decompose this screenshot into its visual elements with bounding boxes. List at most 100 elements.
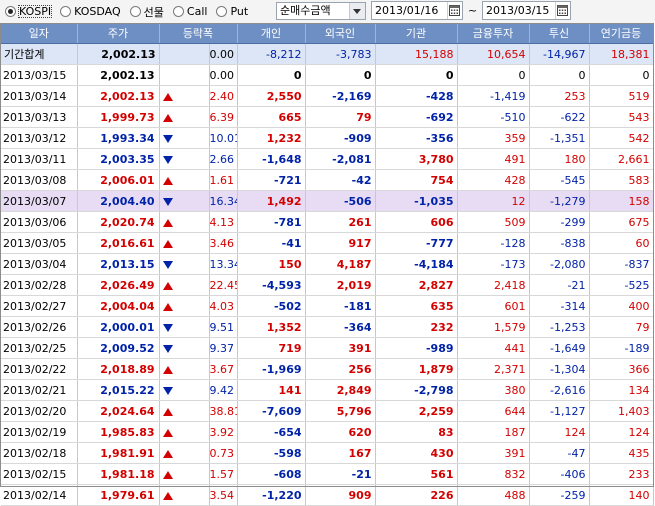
direction-cell xyxy=(159,148,210,170)
pension-cell: 366 xyxy=(589,358,654,380)
table-row[interactable]: 2013/02/18 1,981.91 0.73 -598 167 430 391 -47 43… xyxy=(1,442,654,464)
column-header[interactable]: 개인 xyxy=(237,23,306,44)
table-row[interactable]: 2013/03/072,004.40 16.341,492-506-1,03512… xyxy=(1,190,654,212)
trust-cell: -21 xyxy=(529,274,590,296)
individual-cell: 1,492 xyxy=(237,190,306,212)
table-row[interactable]: 2013/02/26 2,000.01 9.51 1,352 -364 232 1,579-… xyxy=(1,316,654,338)
market-radio-0[interactable]: KOSPI xyxy=(5,5,53,18)
table-row[interactable]: 2013/03/15 2,002.13 0.00 0 0 0 0 0 0 xyxy=(1,64,654,86)
price-cell: 2,006.01 xyxy=(77,169,160,191)
institution-cell: -692 xyxy=(375,106,458,128)
table-row[interactable]: 2013/03/11 2,003.35 2.66 -1,648 -2,081 3,780 4… xyxy=(1,148,654,170)
chevron-down-icon[interactable] xyxy=(349,3,365,19)
date-to-field[interactable]: 2013/03/15 xyxy=(482,1,571,20)
direction-cell xyxy=(159,232,210,254)
triangle-up-icon xyxy=(162,428,173,437)
price-cell: 2,003.35 xyxy=(77,148,160,170)
column-header[interactable]: 주가 xyxy=(77,23,160,44)
price-cell: 1,981.91 xyxy=(77,442,160,464)
direction-cell xyxy=(159,106,210,128)
triangle-up-icon xyxy=(162,470,173,479)
date-from-value[interactable]: 2013/01/16 xyxy=(372,2,447,19)
table-row[interactable]: 2013/03/14 2,002.13 2.40 2,550 -2,169 -428 -1,… xyxy=(1,85,654,107)
column-header[interactable]: 금융투자 xyxy=(457,23,530,44)
table-row[interactable]: 2013/02/202,024.64 38.81-7,6095,7962,2596… xyxy=(1,400,654,422)
market-radio-label: Put xyxy=(230,5,249,18)
date-to-value[interactable]: 2013/03/15 xyxy=(483,2,555,19)
institution-cell: -989 xyxy=(375,337,458,359)
table-header: 일자 주가 등락폭 개인 외국인 기관 금융투자 투신 연기금등 xyxy=(1,23,654,44)
price-cell: 1,985.83 xyxy=(77,421,160,443)
triangle-up-icon xyxy=(162,92,173,101)
institution-cell: 430 xyxy=(375,442,458,464)
table-row[interactable]: 2013/02/25 2,009.52 9.37 719 391 -989 441 -1,64… xyxy=(1,337,654,359)
radio-circle-icon[interactable] xyxy=(129,6,141,17)
calendar-icon[interactable] xyxy=(447,2,462,19)
individual-cell: 1,232 xyxy=(237,127,306,149)
table-row[interactable]: 2013/03/042,013.15 13.341504,187-4,184-17… xyxy=(1,253,654,275)
table-row[interactable]: 2013/02/22 2,018.89 3.67 -1,969 256 1,879 2,37… xyxy=(1,358,654,380)
radio-circle-icon[interactable] xyxy=(60,6,72,17)
individual-cell: -1,648 xyxy=(237,148,306,170)
column-header[interactable]: 연기금등 xyxy=(589,23,654,44)
date-from-field[interactable]: 2013/01/16 xyxy=(371,1,463,20)
pension-cell: 675 xyxy=(589,211,654,233)
table-row[interactable]: 2013/03/121,993.34 10.011,232-909-356359-… xyxy=(1,127,654,149)
change-cell: 0.00 xyxy=(209,64,238,86)
column-header[interactable]: 외국인 xyxy=(305,23,376,44)
price-cell: 2,020.74 xyxy=(77,211,160,233)
date-cell: 2013/03/08 xyxy=(1,169,78,191)
change-cell: 16.34 xyxy=(209,190,238,212)
date-cell: 2013/03/07 xyxy=(1,190,78,212)
summary-row[interactable]: 기간합계 2,002.13 0.00 -8,212 -3,783 15,188 10,654… xyxy=(1,43,654,65)
foreign-cell: 391 xyxy=(305,337,376,359)
individual-cell: -608 xyxy=(237,463,306,485)
fin-invest-cell: -128 xyxy=(457,232,530,254)
market-radio-4[interactable]: Put xyxy=(216,5,249,18)
individual-cell: -502 xyxy=(237,295,306,317)
market-radio-label: Call xyxy=(186,5,208,18)
market-radio-group: KOSPI KOSDAQ 선물 Call Put xyxy=(0,4,249,20)
trust-cell: -1,351 xyxy=(529,127,590,149)
pension-cell: 134 xyxy=(589,379,654,401)
table-row[interactable]: 2013/02/282,026.49 22.45-4,5932,0192,8272… xyxy=(1,274,654,296)
column-header[interactable]: 등락폭 xyxy=(159,23,238,44)
radio-circle-icon[interactable] xyxy=(5,6,16,17)
calendar-icon[interactable] xyxy=(555,2,570,19)
date-cell: 기간합계 xyxy=(1,43,78,65)
market-radio-3[interactable]: Call xyxy=(172,5,209,18)
change-cell: 22.45 xyxy=(209,274,238,296)
change-cell: 38.81 xyxy=(209,400,238,422)
market-radio-label: KOSDAQ xyxy=(74,5,121,18)
price-cell: 2,026.49 xyxy=(77,274,160,296)
institution-cell: -356 xyxy=(375,127,458,149)
table-row[interactable]: 2013/03/08 2,006.01 1.61 -721 -42 754 428 -545 5… xyxy=(1,169,654,191)
market-radio-2[interactable]: 선물 xyxy=(129,4,165,20)
date-cell: 2013/02/25 xyxy=(1,337,78,359)
change-cell: 1.57 xyxy=(209,463,238,485)
direction-cell xyxy=(159,64,210,86)
metric-select[interactable]: 순매수금액 xyxy=(276,2,366,20)
column-header[interactable]: 기관 xyxy=(375,23,458,44)
triangle-up-icon xyxy=(162,491,173,500)
table-row[interactable]: 2013/02/27 2,004.04 4.03 -502 -181 635 601 -314… xyxy=(1,295,654,317)
trust-cell: 124 xyxy=(529,421,590,443)
column-header[interactable]: 투신 xyxy=(529,23,590,44)
table-row[interactable]: 2013/02/15 1,981.18 1.57 -608 -21 561 832 -406 2… xyxy=(1,463,654,485)
market-radio-1[interactable]: KOSDAQ xyxy=(60,5,122,18)
trust-cell: -299 xyxy=(529,211,590,233)
foreign-cell: 4,187 xyxy=(305,253,376,275)
date-cell: 2013/02/21 xyxy=(1,379,78,401)
table-row[interactable]: 2013/02/19 1,985.83 3.92 -654 620 83 187 124 124 xyxy=(1,421,654,443)
foreign-cell: 256 xyxy=(305,358,376,380)
column-header[interactable]: 일자 xyxy=(1,23,78,44)
table-row[interactable]: 2013/03/13 1,999.73 6.39 665 79 -692 -510 -622 5… xyxy=(1,106,654,128)
table-row[interactable]: 2013/03/05 2,016.61 3.46 -41 917 -777 -128 -838… xyxy=(1,232,654,254)
table-row[interactable]: 2013/03/06 2,020.74 4.13 -781 261 606 509 -299 6… xyxy=(1,211,654,233)
radio-circle-icon[interactable] xyxy=(172,6,184,17)
radio-circle-icon[interactable] xyxy=(216,6,228,17)
institution-cell: -4,184 xyxy=(375,253,458,275)
direction-cell xyxy=(159,316,210,338)
trust-cell: 0 xyxy=(529,64,590,86)
table-row[interactable]: 2013/02/21 2,015.22 9.42 141 2,849 -2,798 380-… xyxy=(1,379,654,401)
